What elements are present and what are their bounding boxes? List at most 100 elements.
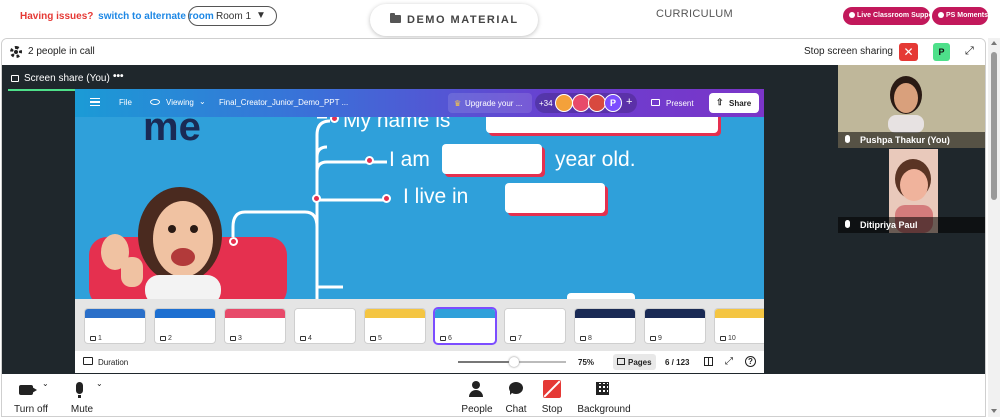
answer-box-city	[505, 183, 605, 213]
thumbnail-number-text: 4	[308, 335, 312, 342]
comment-icon	[160, 336, 166, 341]
comment-icon	[300, 336, 306, 341]
scroll-down-icon[interactable]	[991, 409, 997, 413]
zoom-slider[interactable]	[458, 357, 566, 367]
thumbnail-band	[225, 309, 285, 318]
thumbnail-number: 2	[158, 335, 174, 342]
slide-thumbnail[interactable]: 2	[155, 309, 215, 343]
comment-icon	[650, 336, 656, 341]
comment-icon	[720, 336, 726, 341]
issues-text: Having issues?	[20, 11, 94, 22]
slide-thumbnail[interactable]: 5	[365, 309, 425, 343]
mute-label: Mute	[70, 404, 94, 415]
connector-dot	[382, 194, 391, 203]
chat-button[interactable]: Chat	[502, 374, 530, 416]
people-button[interactable]: People	[461, 374, 493, 416]
zoom-slider-handle[interactable]	[509, 357, 520, 367]
thumbnail-number: 7	[508, 335, 524, 342]
camera-options-chevron-icon[interactable]: ⌄	[42, 379, 49, 388]
chat-icon	[509, 382, 523, 395]
comment-icon	[230, 336, 236, 341]
background-icon	[596, 382, 609, 395]
upgrade-button[interactable]: ♛ Upgrade your ...	[448, 93, 532, 113]
mute-button[interactable]: Mute	[66, 374, 98, 416]
fullscreen-icon[interactable]: ⤢	[725, 356, 733, 367]
scroll-thumb[interactable]	[991, 52, 997, 200]
thumbnail-number: 5	[368, 335, 384, 342]
stop-share-icon	[543, 380, 561, 398]
thumbnail-number-text: 2	[168, 335, 172, 342]
screen-share-tab[interactable]: Screen share (You) •••	[8, 71, 124, 91]
gear-icon[interactable]	[10, 46, 22, 58]
pages-label: Pages	[628, 358, 652, 367]
thumbnail-number-text: 1	[98, 335, 102, 342]
thumbnail-number: 1	[88, 335, 104, 342]
add-collaborator-icon[interactable]: +	[626, 96, 632, 108]
share-button[interactable]: ⇧ Share	[709, 93, 759, 113]
slide-thumbnail[interactable]: 8	[575, 309, 635, 343]
file-name[interactable]: Final_Creator_Junior_Demo_PPT ...	[219, 98, 348, 107]
room-select-value: Room 1	[216, 11, 252, 22]
demo-material-button[interactable]: DEMO MATERIAL	[370, 4, 538, 36]
comment-icon	[440, 336, 446, 341]
caret-down-icon: ▼	[256, 10, 266, 21]
curriculum-tab[interactable]: CURRICULUM	[656, 8, 733, 20]
file-menu[interactable]: File	[119, 98, 132, 107]
thumbnail-number: 6	[438, 335, 454, 342]
menu-icon[interactable]	[90, 98, 100, 106]
participant-name: Ditipriya Paul	[860, 220, 918, 230]
connector-dot	[312, 194, 321, 203]
stop-sharing-close-button[interactable]: ✕	[899, 43, 918, 61]
slide-thumbnail[interactable]: 4	[295, 309, 355, 343]
present-label: Present	[666, 99, 694, 108]
slide-thumbnail[interactable]: 6	[435, 309, 495, 343]
folder-icon	[390, 13, 401, 23]
slide-thumbnail[interactable]: 1	[85, 309, 145, 343]
viewing-mode[interactable]: Viewing	[166, 98, 194, 107]
present-button[interactable]: Present	[643, 93, 703, 113]
thumbnail-number-text: 10	[728, 335, 736, 342]
pages-button[interactable]: Pages	[613, 354, 656, 370]
thumbnail-number: 9	[648, 335, 664, 342]
thumbnail-number-text: 5	[378, 335, 382, 342]
comment-icon	[370, 336, 376, 341]
room-select[interactable]: Room 1 ▼	[188, 6, 277, 26]
ps-moments-label: PS Moments	[946, 12, 989, 19]
collaborators[interactable]: +34 P +	[535, 93, 637, 113]
participant-tile[interactable]: Ditipriya Paul	[838, 149, 985, 233]
help-icon[interactable]: ?	[745, 356, 756, 367]
slide-thumbnail[interactable]: 9	[645, 309, 705, 343]
answer-box-age	[442, 144, 542, 174]
shared-screen: File Viewing ⌄ Final_Creator_Junior_Demo…	[75, 89, 764, 373]
thumbnail-band	[505, 309, 565, 318]
slide-thumbnail[interactable]: 3	[225, 309, 285, 343]
duration-button[interactable]: Duration	[98, 358, 128, 367]
ps-moments-button[interactable]: PS Moments	[932, 7, 988, 25]
thumbnail-band	[295, 309, 355, 318]
thumbnail-band	[575, 309, 635, 318]
chevron-down-icon: ⌄	[199, 97, 206, 106]
grid-view-icon[interactable]	[704, 357, 713, 366]
slide-thumbnail-strip: 1 2 3 4 5 6 7 8 9 10	[75, 299, 764, 351]
thumbnail-number: 10	[718, 335, 738, 342]
slide-thumbnail[interactable]: 7	[505, 309, 565, 343]
slide-thumbnail[interactable]: 10	[715, 309, 764, 343]
live-support-label: Live Classroom Support	[857, 12, 938, 19]
scroll-up-icon[interactable]	[991, 41, 997, 45]
mic-options-chevron-icon[interactable]: ⌄	[96, 379, 103, 388]
participant-tile[interactable]: Pushpa Thakur (You)	[838, 65, 985, 148]
expand-icon[interactable]: ⤢	[965, 45, 974, 58]
user-avatar[interactable]: P	[933, 43, 950, 61]
comment-icon	[580, 336, 586, 341]
background-button[interactable]: Background	[576, 374, 632, 416]
page-scrollbar[interactable]	[988, 38, 1000, 417]
more-options-icon[interactable]: •••	[113, 71, 124, 82]
mic-icon	[845, 135, 850, 143]
stop-share-button[interactable]: Stop	[536, 374, 568, 416]
live-support-button[interactable]: Live Classroom Support	[843, 7, 938, 25]
participant-name: Pushpa Thakur (You)	[860, 135, 950, 145]
top-bar: Having issues? switch to alternate room …	[0, 0, 1000, 38]
thumbnail-band	[365, 309, 425, 318]
upgrade-label: Upgrade your ...	[465, 99, 523, 108]
collaborators-more: +34	[539, 99, 553, 108]
